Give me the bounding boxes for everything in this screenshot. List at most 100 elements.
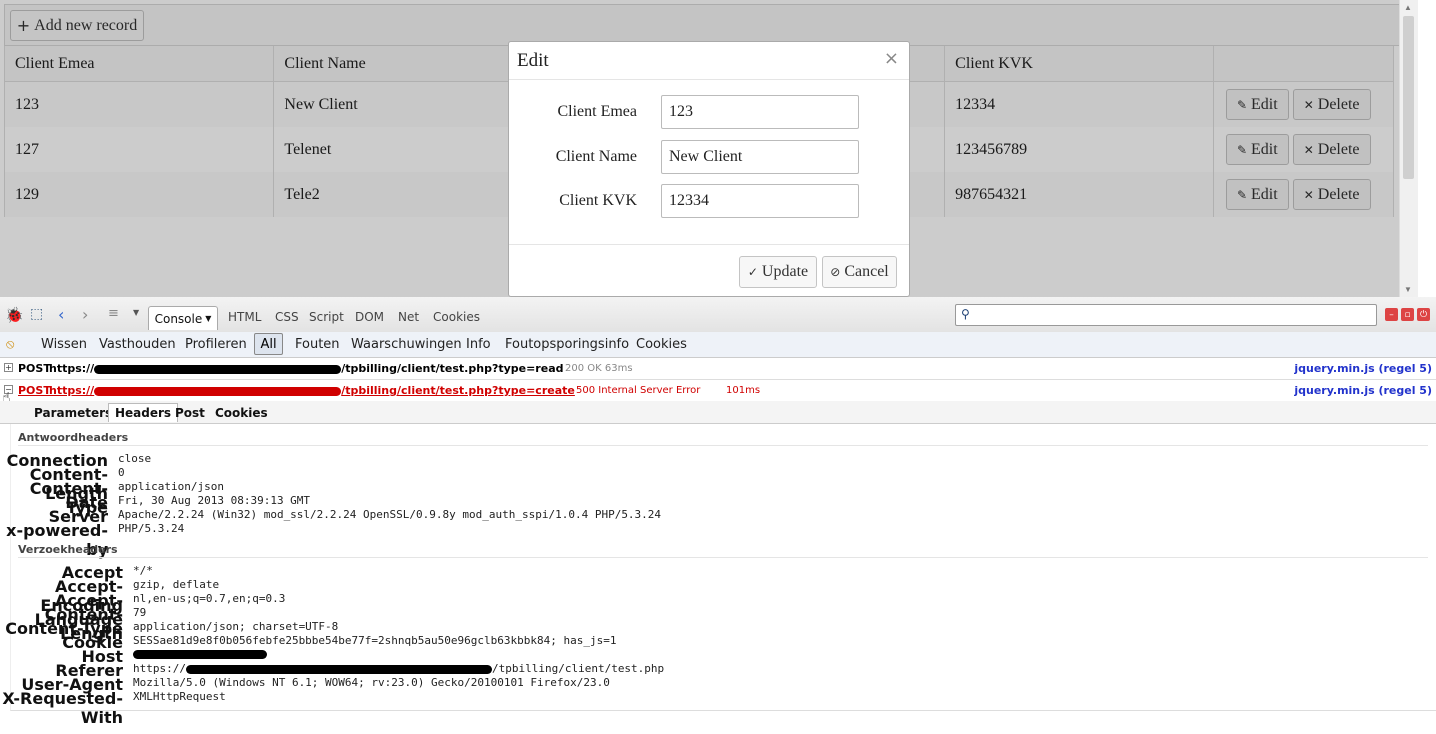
redaction-mark bbox=[94, 364, 342, 374]
power-icon[interactable]: ⏻ bbox=[1417, 308, 1430, 321]
request-url-suffix: /tpbilling/client/test.php?type=create bbox=[341, 384, 575, 397]
header-value: application/json bbox=[118, 480, 224, 493]
client-kvk-label: Client KVK bbox=[559, 192, 637, 209]
header-value: Apache/2.2.24 (Win32) mod_ssl/2.2.24 Ope… bbox=[118, 508, 662, 521]
update-button[interactable]: ✓ Update bbox=[739, 256, 817, 288]
request-method: POST bbox=[18, 384, 51, 397]
tab-console[interactable]: Console ▼ bbox=[148, 306, 218, 330]
filter-debug-info[interactable]: Foutopsporingsinfo bbox=[505, 337, 629, 352]
filter-warnings[interactable]: Waarschuwingen bbox=[351, 337, 462, 352]
minimize-icon[interactable]: – bbox=[1385, 308, 1398, 321]
page-scrollbar[interactable]: ▲ ▼ bbox=[1399, 0, 1418, 297]
filter-errors[interactable]: Fouten bbox=[295, 337, 340, 352]
firebug-panel: 🐞 ⬚ ‹ › ≡ ▼ Console ▼ HTML CSS Script DO… bbox=[0, 297, 1436, 734]
redaction-mark bbox=[133, 650, 267, 659]
firebug-search-input[interactable]: ⚲ bbox=[955, 304, 1377, 326]
request-time: 101ms bbox=[726, 385, 761, 396]
client-name-input[interactable]: New Client bbox=[661, 140, 859, 174]
tab-post[interactable]: Post bbox=[169, 404, 211, 422]
chevron-down-icon[interactable]: ▼ bbox=[133, 308, 139, 317]
divider bbox=[18, 445, 1428, 446]
header-value: nl,en-us;q=0.7,en;q=0.3 bbox=[133, 592, 286, 605]
request-status: 200 OK 63ms bbox=[565, 363, 633, 374]
dialog-header: Edit × bbox=[509, 42, 909, 80]
tab-net[interactable]: Net bbox=[398, 310, 419, 324]
form-row-emea: Client Emea 123 bbox=[509, 95, 909, 131]
inspect-icon[interactable]: ⬚ bbox=[30, 306, 43, 322]
form-row-kvk: Client KVK 12334 bbox=[509, 184, 909, 220]
tab-cookies-detail[interactable]: Cookies bbox=[209, 404, 274, 422]
request-status: 500 Internal Server Error bbox=[576, 385, 701, 396]
header-value: 0 bbox=[118, 466, 125, 479]
request-url-suffix: /tpbilling/client/test.php?type=read bbox=[341, 362, 564, 375]
cancel-button[interactable]: ⊘ Cancel bbox=[822, 256, 897, 288]
tab-script[interactable]: Script bbox=[309, 310, 344, 324]
form-row-name: Client Name New Client bbox=[509, 140, 909, 176]
filter-profile[interactable]: Profileren bbox=[185, 337, 247, 352]
back-icon[interactable]: ‹ bbox=[58, 305, 64, 324]
tab-dom[interactable]: DOM bbox=[355, 310, 384, 324]
tab-html[interactable]: HTML bbox=[228, 310, 261, 324]
ban-icon: ⊘ bbox=[830, 265, 841, 279]
request-row[interactable]: + POST https:// /tpbilling/client/test.ph… bbox=[0, 358, 1436, 380]
filter-cookies[interactable]: Cookies bbox=[636, 337, 687, 352]
header-value: https:// /tpbilling/client/test.php bbox=[133, 662, 664, 675]
dialog-title: Edit bbox=[517, 50, 549, 71]
tab-parameters[interactable]: Parameters bbox=[28, 404, 118, 422]
filter-clear[interactable]: Wissen bbox=[41, 337, 87, 352]
scrollbar-thumb[interactable] bbox=[1403, 16, 1414, 179]
response-headers-title: Antwoordheaders bbox=[18, 431, 129, 444]
expand-icon[interactable]: + bbox=[4, 363, 13, 372]
edit-dialog: Edit × Client Emea 123 Client Name New C… bbox=[508, 41, 910, 297]
filter-all[interactable]: All bbox=[254, 333, 283, 355]
clear-console-icon[interactable]: ⦸ bbox=[6, 337, 14, 352]
filter-persist[interactable]: Vasthouden bbox=[99, 337, 176, 352]
forward-icon[interactable]: › bbox=[82, 305, 88, 324]
header-value: Fri, 30 Aug 2013 08:39:13 GMT bbox=[118, 494, 311, 507]
redaction-mark bbox=[185, 664, 492, 674]
request-method: POST bbox=[18, 362, 51, 375]
client-kvk-input[interactable]: 12334 bbox=[661, 184, 859, 218]
firebug-toolbar: 🐞 ⬚ ‹ › ≡ ▼ Console ▼ HTML CSS Script DO… bbox=[0, 297, 1436, 333]
cancel-label: Cancel bbox=[844, 263, 889, 280]
scroll-up-arrow-icon[interactable]: ▲ bbox=[1404, 3, 1412, 12]
request-detail-tabs: Parameters Headers Post Cookies bbox=[0, 401, 1436, 424]
close-icon[interactable]: × bbox=[884, 48, 899, 69]
request-url-prefix: https:// bbox=[49, 384, 95, 397]
referer-suffix: /tpbilling/client/test.php bbox=[491, 662, 665, 675]
tab-console-label: Console bbox=[154, 311, 203, 326]
detach-icon[interactable]: ▫ bbox=[1401, 308, 1414, 321]
list-icon[interactable]: ≡ bbox=[108, 306, 119, 321]
request-headers-title: Verzoekheaders bbox=[18, 543, 118, 556]
check-icon: ✓ bbox=[747, 265, 758, 279]
scroll-down-arrow-icon[interactable]: ▼ bbox=[1404, 285, 1412, 294]
request-source-link[interactable]: jquery.min.js (regel 5) bbox=[1294, 362, 1432, 375]
request-row[interactable]: − POST https:///tpbilling/client/test.ph… bbox=[0, 380, 1436, 406]
console-filter-bar: ⦸ Wissen Vasthouden Profileren All Foute… bbox=[0, 332, 1436, 358]
header-value: close bbox=[118, 452, 152, 465]
request-url[interactable]: https:// /tpbilling/client/test.php?type=… bbox=[49, 362, 564, 375]
client-emea-input[interactable]: 123 bbox=[661, 95, 859, 129]
firebug-icon[interactable]: 🐞 bbox=[5, 306, 24, 324]
filter-info[interactable]: Info bbox=[466, 337, 491, 352]
divider bbox=[18, 557, 1428, 558]
dialog-footer: ✓ Update ⊘ Cancel bbox=[509, 244, 909, 297]
update-label: Update bbox=[761, 263, 809, 280]
header-name: X-Requested-With bbox=[2, 689, 123, 727]
client-name-label: Client Name bbox=[555, 148, 637, 165]
tab-headers[interactable]: Headers bbox=[108, 403, 179, 422]
header-value: 79 bbox=[133, 606, 147, 619]
search-icon: ⚲ bbox=[961, 307, 970, 321]
tab-cookies[interactable]: Cookies bbox=[433, 310, 480, 324]
header-value: gzip, deflate bbox=[133, 578, 220, 591]
request-url[interactable]: https:// /tpbilling/client/test.php?type=… bbox=[49, 384, 575, 397]
request-source-link[interactable]: jquery.min.js (regel 5) bbox=[1294, 384, 1432, 397]
request-url-prefix: https:// bbox=[49, 362, 95, 375]
client-emea-label: Client Emea bbox=[557, 103, 637, 120]
redaction-mark bbox=[94, 386, 342, 396]
header-value: PHP/5.3.24 bbox=[118, 522, 185, 535]
tab-css[interactable]: CSS bbox=[275, 310, 299, 324]
chevron-down-icon: ▼ bbox=[205, 314, 212, 323]
header-value: */* bbox=[133, 564, 153, 577]
header-value: Mozilla/5.0 (Windows NT 6.1; WOW64; rv:2… bbox=[133, 676, 610, 689]
